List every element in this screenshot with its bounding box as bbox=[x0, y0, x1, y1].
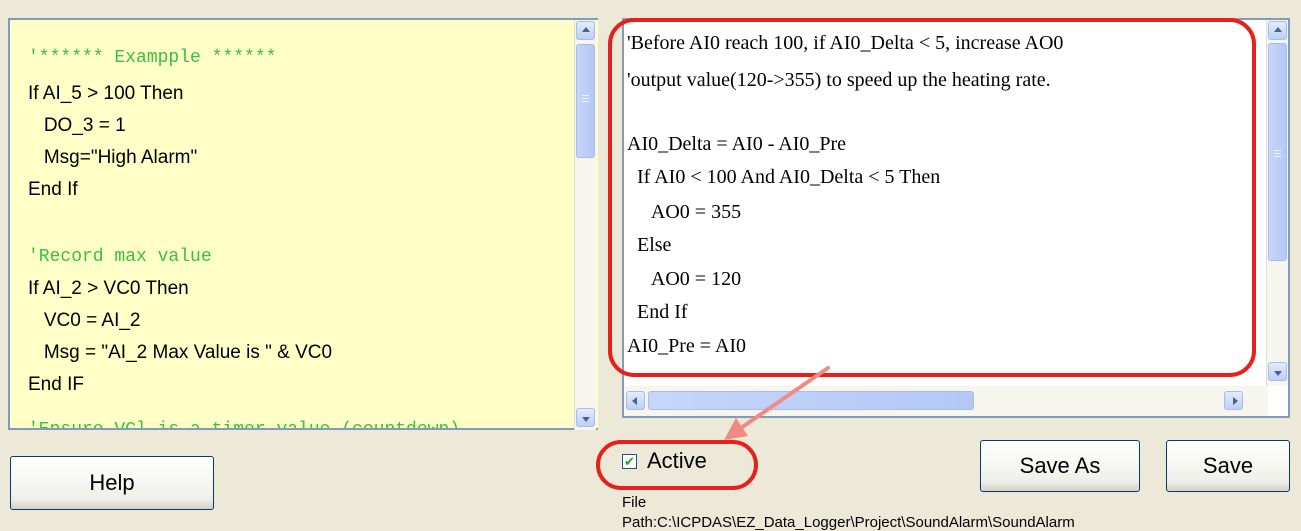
left-vertical-scrollbar[interactable] bbox=[574, 20, 596, 430]
right-vertical-scrollbar[interactable] bbox=[1266, 20, 1288, 386]
code-line: 'Record max value bbox=[28, 247, 212, 267]
code-line: '****** Exampple ****** bbox=[28, 48, 277, 68]
grip-line bbox=[1274, 150, 1281, 151]
scroll-up-button[interactable] bbox=[576, 21, 595, 40]
arrow-down-icon bbox=[581, 416, 590, 422]
active-checkbox-row[interactable]: ✔ Active bbox=[622, 448, 707, 474]
code-line: DO_3 = 1 bbox=[28, 115, 126, 136]
scroll-right-button[interactable] bbox=[1224, 391, 1243, 410]
file-path-text: Path:C:\ICPDAS\EZ_Data_Logger\Project\So… bbox=[622, 514, 1075, 531]
help-button[interactable]: Help bbox=[10, 456, 214, 510]
highlight-box bbox=[608, 18, 1256, 377]
checkmark-icon: ✔ bbox=[624, 453, 635, 469]
scrollbar-thumb[interactable] bbox=[576, 44, 595, 158]
grip-line bbox=[1274, 156, 1281, 157]
code-line: VC0 = AI_2 bbox=[28, 310, 141, 331]
code-line: If AI_2 > VC0 Then bbox=[28, 278, 189, 299]
grip-line bbox=[582, 95, 589, 96]
scroll-down-button[interactable] bbox=[576, 408, 595, 427]
save-as-button[interactable]: Save As bbox=[980, 440, 1140, 492]
active-label[interactable]: Active bbox=[647, 448, 707, 474]
arrow-left-icon bbox=[631, 396, 637, 405]
scrollbar-thumb[interactable] bbox=[648, 391, 974, 410]
code-line: Msg="High Alarm" bbox=[28, 147, 198, 168]
active-checkbox[interactable]: ✔ bbox=[622, 453, 637, 469]
scroll-left-button[interactable] bbox=[626, 391, 645, 410]
code-line: If AI_5 > 100 Then bbox=[28, 83, 184, 104]
code-line: End IF bbox=[28, 374, 84, 395]
file-label: File bbox=[622, 494, 647, 511]
code-line: End If bbox=[28, 179, 78, 200]
arrow-up-icon bbox=[581, 26, 590, 32]
example-code-pane[interactable]: '****** Exampple ****** If AI_5 > 100 Th… bbox=[8, 18, 598, 430]
save-button[interactable]: Save bbox=[1166, 440, 1290, 492]
arrow-right-icon bbox=[1232, 396, 1238, 405]
code-line-partial: 'Ensure VCl is a timer value (countdown) bbox=[28, 420, 461, 430]
arrow-up-icon bbox=[1273, 26, 1282, 32]
code-line: Msg = "AI_2 Max Value is " & VC0 bbox=[28, 342, 333, 363]
grip-line bbox=[1274, 153, 1281, 154]
scroll-down-button[interactable] bbox=[1268, 362, 1287, 381]
grip-line bbox=[582, 101, 589, 102]
scroll-up-button[interactable] bbox=[1268, 21, 1287, 40]
horizontal-scrollbar[interactable] bbox=[624, 386, 1268, 416]
scrollbar-thumb[interactable] bbox=[1268, 43, 1287, 261]
arrow-down-icon bbox=[1273, 370, 1282, 376]
grip-line bbox=[582, 98, 589, 99]
